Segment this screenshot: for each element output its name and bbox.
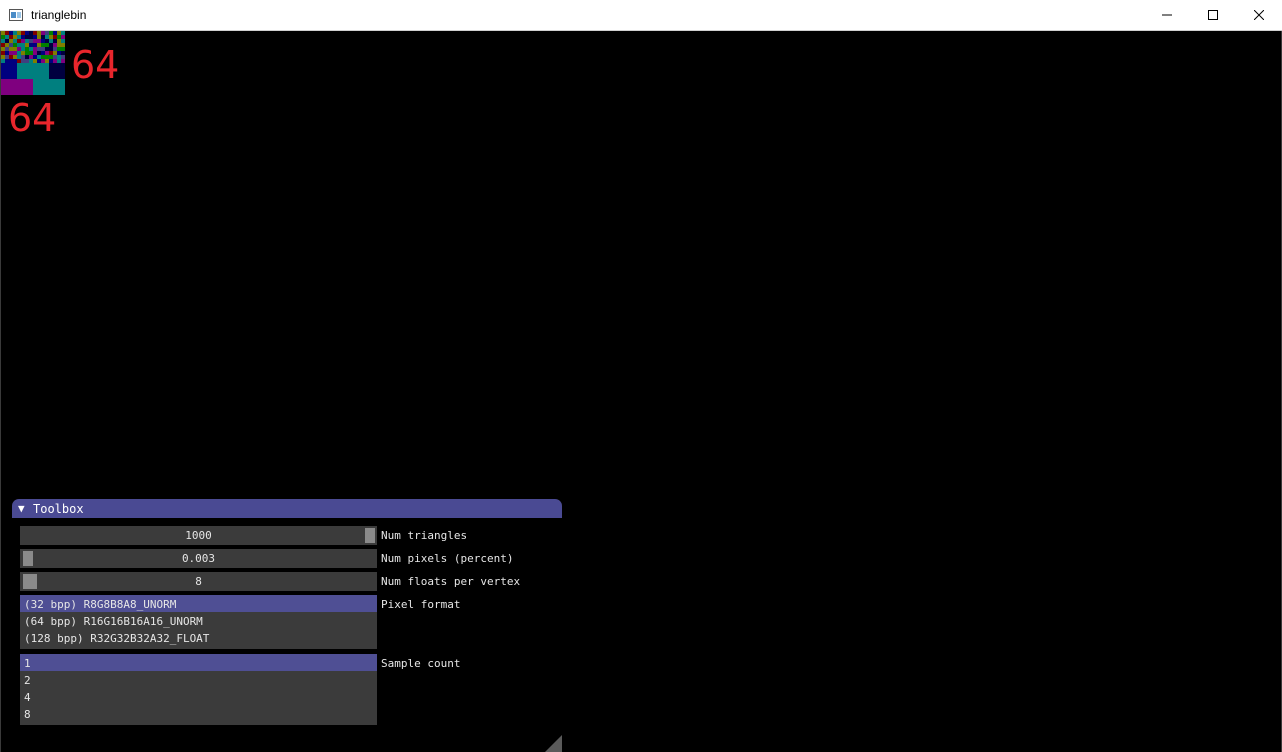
list-item[interactable]: 1 — [20, 654, 377, 671]
pixel-format-label: Pixel format — [381, 598, 461, 611]
maximize-button[interactable] — [1190, 0, 1236, 30]
resize-grip-icon[interactable] — [543, 731, 562, 752]
window-title: trianglebin — [31, 8, 87, 22]
toolbox-header[interactable]: ▼ Toolbox — [12, 499, 562, 518]
list-item[interactable]: 2 — [20, 671, 377, 688]
bin-texture — [1, 31, 65, 95]
toolbox-body: 1000 Num triangles 0.003 Num pixels (per… — [12, 518, 562, 752]
window-frame-left — [0, 31, 1, 752]
slider-grab-handle[interactable] — [23, 574, 37, 589]
pixel-format-listbox[interactable]: (32 bpp) R8G8B8A8_UNORM (64 bpp) R16G16B… — [20, 595, 377, 649]
list-item[interactable]: (32 bpp) R8G8B8A8_UNORM — [20, 595, 377, 612]
toolbox-window: ▼ Toolbox 1000 Num triangles 0.003 Num p… — [12, 499, 562, 752]
slider-grab-handle[interactable] — [23, 551, 33, 566]
num-pixels-value: 0.003 — [181, 552, 216, 565]
minimize-icon — [1162, 14, 1172, 16]
num-floats-value: 8 — [195, 575, 202, 588]
num-pixels-slider[interactable]: 0.003 — [20, 549, 377, 568]
num-triangles-label: Num triangles — [381, 529, 468, 542]
slider-grab-handle[interactable] — [365, 528, 375, 543]
list-item[interactable]: (128 bpp) R32G32B32A32_FLOAT — [20, 629, 377, 646]
list-item[interactable]: 8 — [20, 705, 377, 722]
num-pixels-label: Num pixels (percent) — [381, 552, 514, 565]
num-triangles-value: 1000 — [185, 529, 212, 542]
num-floats-label: Num floats per vertex — [381, 575, 521, 588]
minimize-button[interactable] — [1144, 0, 1190, 30]
app-window-icon — [9, 9, 23, 21]
title-bar: trianglebin — [0, 0, 1282, 31]
sample-count-listbox[interactable]: 1 2 4 8 — [20, 654, 377, 725]
maximize-icon — [1208, 10, 1218, 20]
num-triangles-slider[interactable]: 1000 — [20, 526, 377, 545]
toolbox-title: Toolbox — [33, 502, 84, 516]
list-item[interactable]: (64 bpp) R16G16B16A16_UNORM — [20, 612, 377, 629]
sample-count-label: Sample count — [381, 657, 461, 670]
close-icon — [1254, 10, 1264, 20]
triangle-down-icon[interactable]: ▼ — [18, 502, 25, 515]
list-item[interactable]: 4 — [20, 688, 377, 705]
bin-width-label: 64 — [71, 43, 120, 87]
bin-height-label: 64 — [8, 96, 57, 140]
close-button[interactable] — [1236, 0, 1282, 30]
num-floats-slider[interactable]: 8 — [20, 572, 377, 591]
